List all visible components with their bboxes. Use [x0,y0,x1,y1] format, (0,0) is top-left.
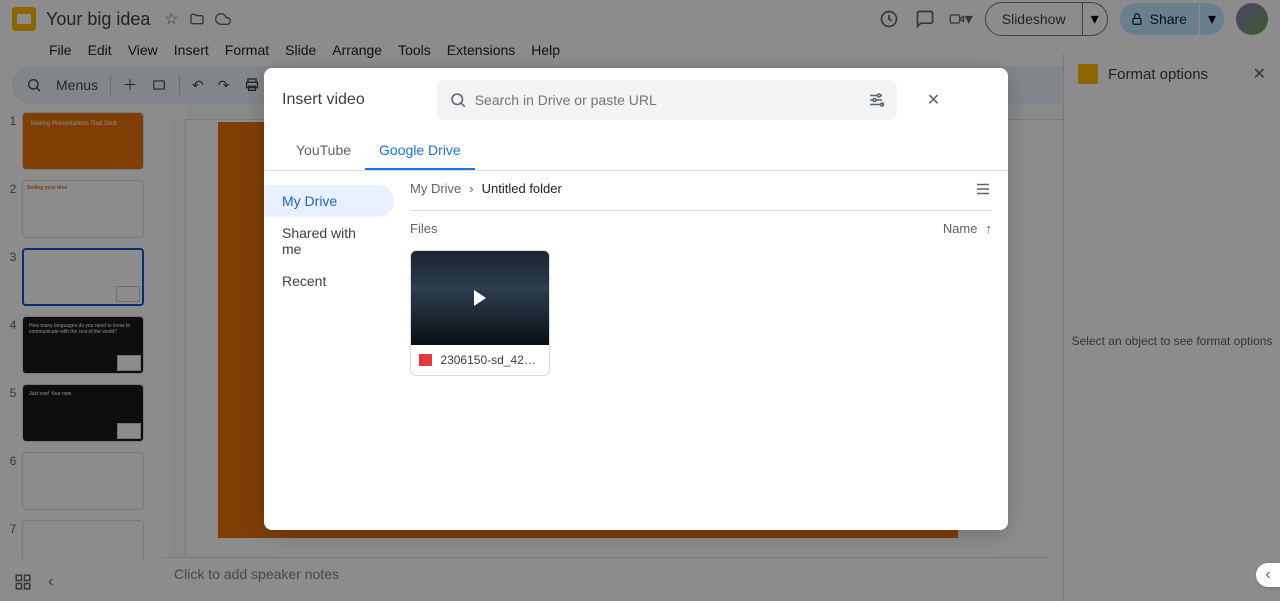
list-view-icon[interactable] [974,180,992,198]
file-name: 2306150-sd_426_24... [440,353,541,367]
tab-google-drive[interactable]: Google Drive [365,132,475,170]
sidebar-item-shared-with-me[interactable]: Shared with me [264,217,394,265]
insert-video-modal: Insert video ✕ YouTubeGoogle Drive My Dr… [264,68,1008,530]
breadcrumb: My Drive › Untitled folder [410,171,562,206]
file-grid: 2306150-sd_426_24... [410,246,992,376]
search-options-icon[interactable] [867,91,885,109]
breadcrumb-current[interactable]: Untitled folder [482,181,562,196]
files-label: Files [410,221,437,236]
sidebar-item-my-drive[interactable]: My Drive [264,185,394,217]
file-thumbnail [411,251,549,345]
sort-control[interactable]: Name ↑ [943,221,992,236]
file-card[interactable]: 2306150-sd_426_24... [410,250,550,376]
modal-title: Insert video [282,91,365,109]
modal-content: My Drive › Untitled folder Files Name ↑ … [394,171,1008,530]
search-box[interactable] [437,80,897,120]
search-input[interactable] [467,84,867,116]
sort-arrow-up-icon: ↑ [986,221,993,236]
side-panel-toggle[interactable]: ‹ [1256,563,1280,587]
video-file-icon [419,354,432,366]
tab-youtube[interactable]: YouTube [282,132,365,170]
search-icon [449,91,467,109]
sidebar-item-recent[interactable]: Recent [264,265,394,297]
chevron-right-icon: › [469,181,473,196]
modal-close-icon[interactable]: ✕ [921,84,946,116]
sort-label: Name [943,221,978,236]
breadcrumb-root[interactable]: My Drive [410,181,461,196]
modal-tabs: YouTubeGoogle Drive [264,132,1008,171]
modal-sidebar: My DriveShared with meRecent [264,171,394,530]
play-icon [474,290,486,306]
